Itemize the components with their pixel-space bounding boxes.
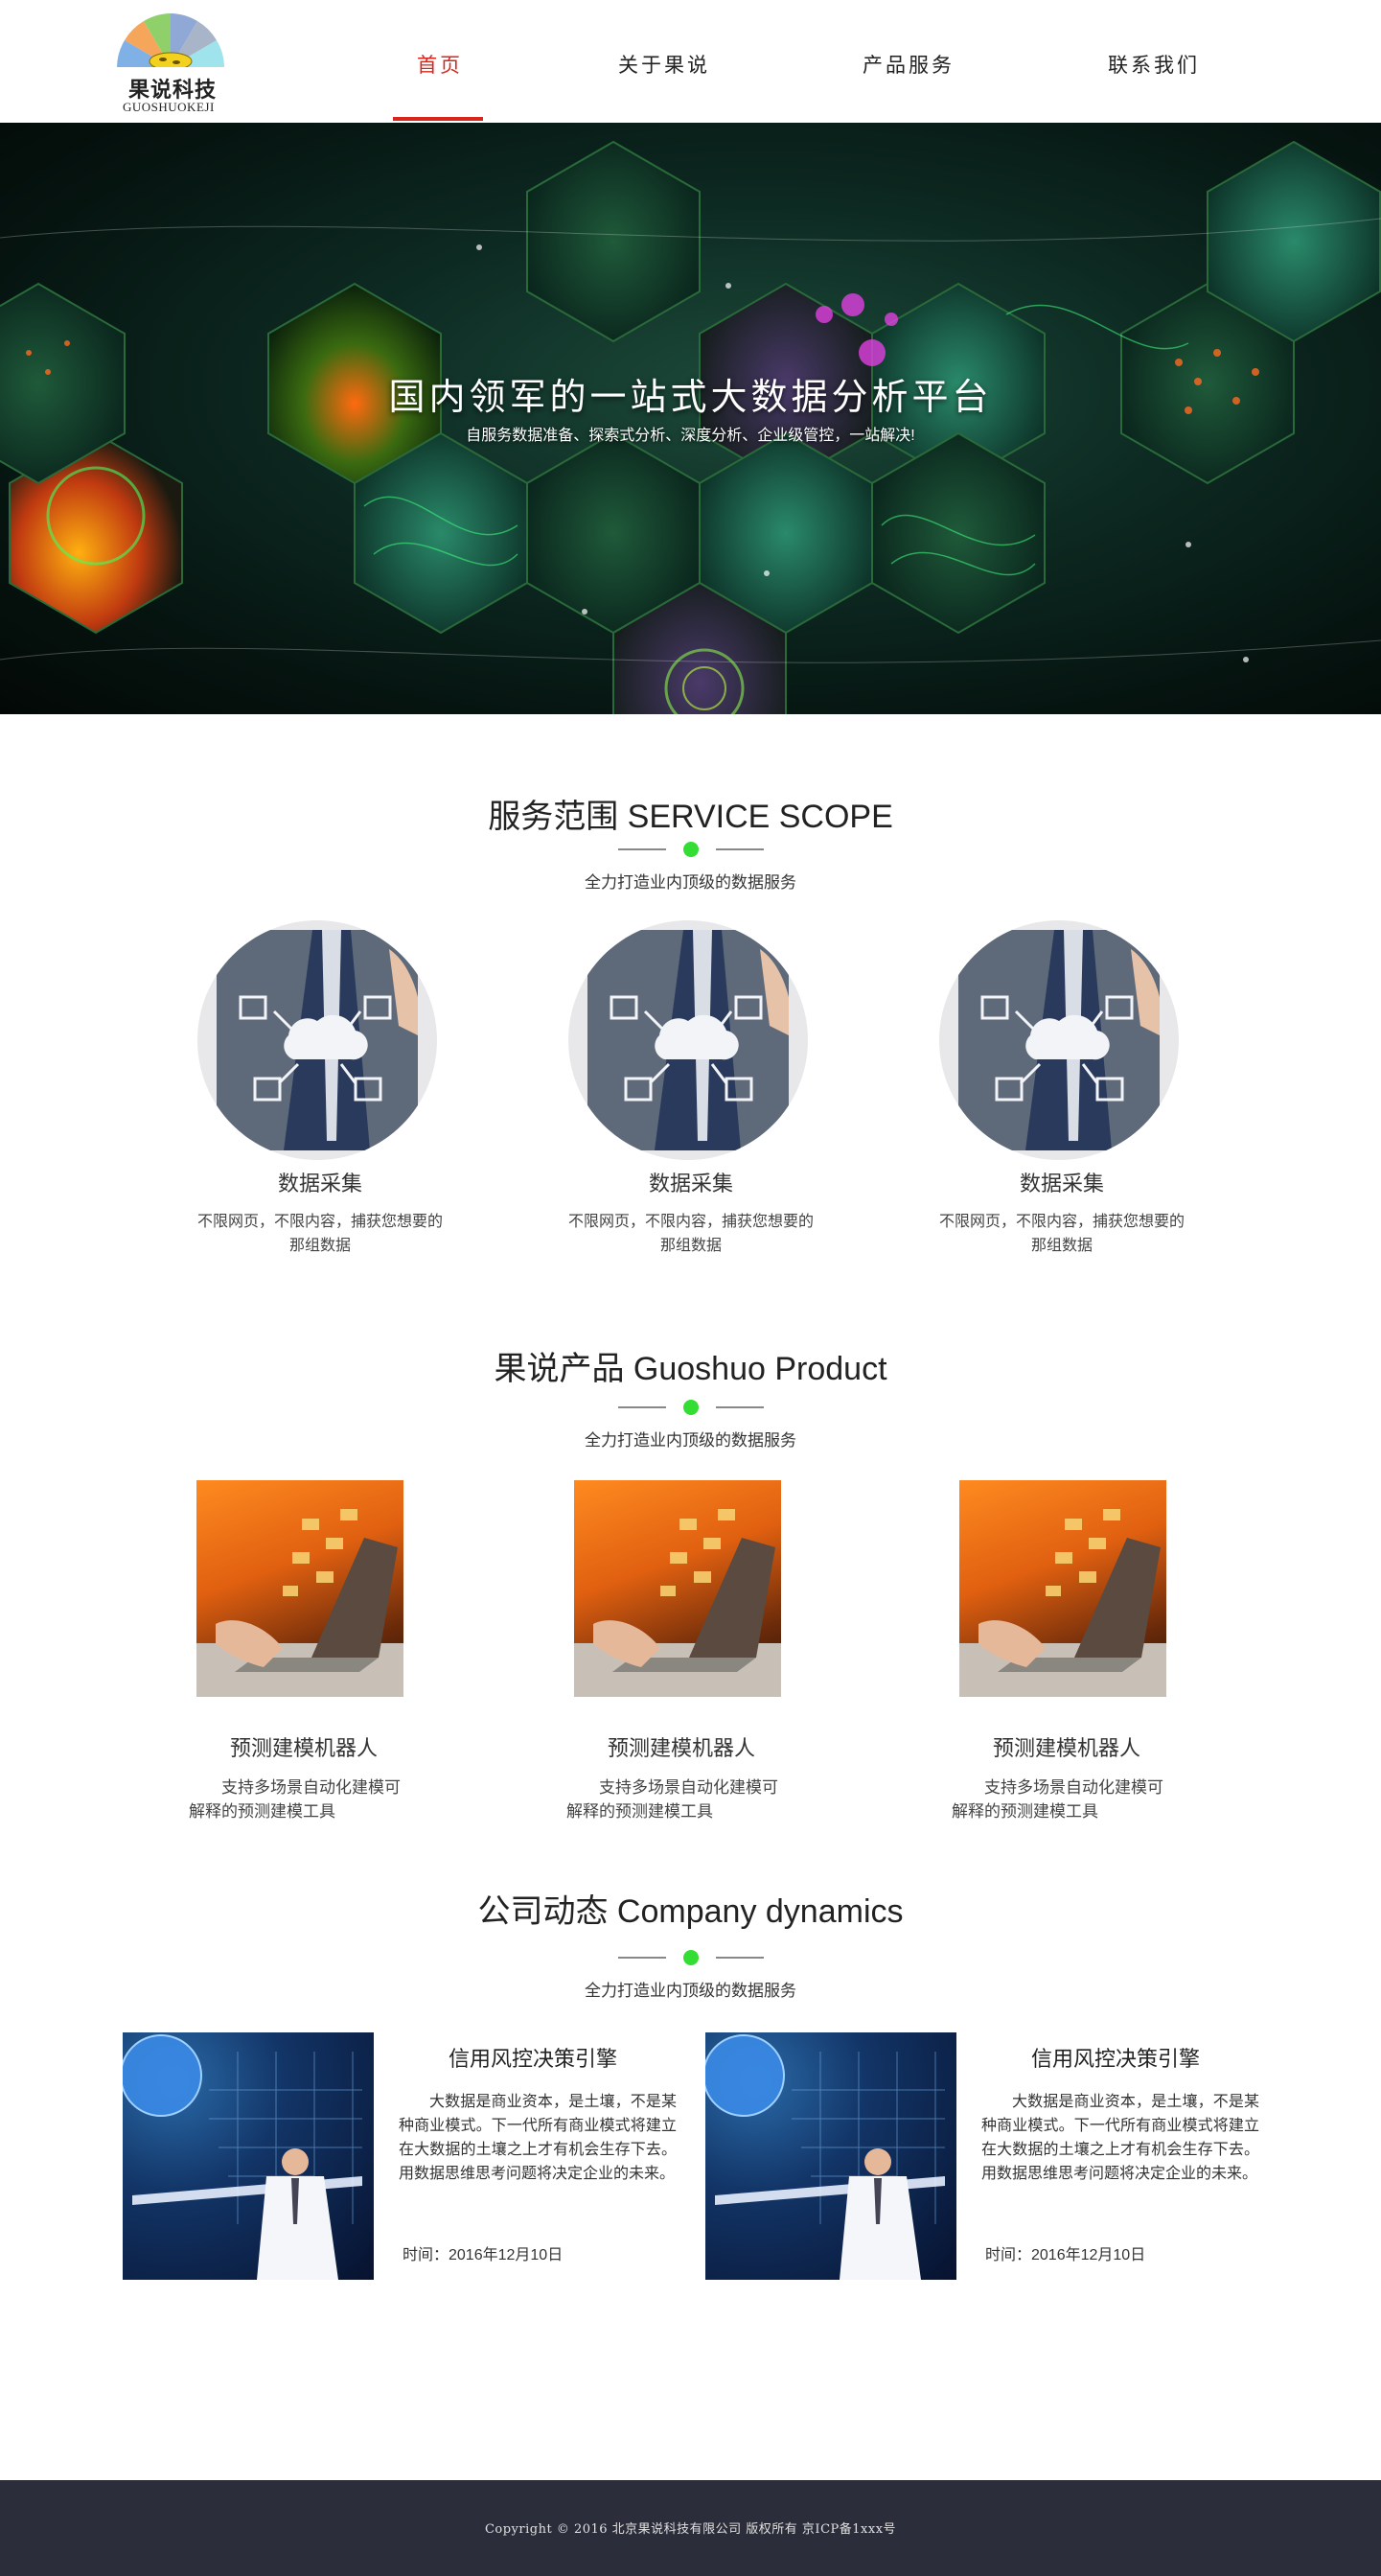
laptop-email-image — [959, 1480, 1166, 1697]
laptop-email-image — [574, 1480, 781, 1697]
nav-item-contact[interactable]: 联系我们 — [1108, 50, 1200, 79]
laptop-email-image — [196, 1480, 403, 1697]
service-desc: 不限网页，不限内容，捕获您想要的那组数据 — [196, 1214, 443, 1254]
news-card[interactable]: 信用风控决策引擎 大数据是商业资本，是土壤，不是某种商业模式。下一代所有商业模式… — [123, 2032, 698, 2282]
news-title: 公司动态 Company dynamics — [477, 1893, 904, 1930]
site-header: 果说科技 GUOSHUOKEJI 首页 关于果说 产品服务 联系我们 — [0, 0, 1381, 123]
site-footer: Copyright © 2016 北京果说科技有限公司 版权所有 京ICP备1x… — [0, 2480, 1381, 2576]
product-name: 预测建模机器人 — [992, 1736, 1140, 1760]
copyright-text: Copyright © 2016 北京果说科技有限公司 版权所有 京ICP备1x… — [484, 2522, 897, 2537]
product-desc: 支持多场景自动化建模可解释的预测建模工具 — [189, 1778, 401, 1821]
services-title: 服务范围 SERVICE SCOPE — [488, 799, 893, 835]
news-item-time: 时间：2016年12月10日 — [403, 2247, 564, 2263]
product-desc: 支持多场景自动化建模可解释的预测建模工具 — [566, 1778, 778, 1821]
service-name: 数据采集 — [648, 1172, 733, 1195]
cloud-network-image — [568, 920, 808, 1160]
cloud-network-image — [939, 920, 1179, 1160]
main-nav: 首页 关于果说 产品服务 联系我们 — [0, 0, 1381, 123]
service-desc: 不限网页，不限内容，捕获您想要的那组数据 — [938, 1214, 1185, 1254]
services-divider — [618, 840, 764, 859]
news-item-body: 大数据是商业资本，是土壤，不是某种商业模式。下一代所有商业模式将建立在大数据的土… — [399, 2094, 677, 2182]
products-divider — [618, 1398, 764, 1417]
businessman-globe-image — [705, 2032, 956, 2280]
news-divider — [618, 1948, 764, 1967]
services-subtitle: 全力打造业内顶级的数据服务 — [585, 873, 796, 892]
nav-item-products[interactable]: 产品服务 — [863, 50, 955, 79]
news-card[interactable]: 信用风控决策引擎 大数据是商业资本，是土壤，不是某种商业模式。下一代所有商业模式… — [705, 2032, 1280, 2282]
products-title: 果说产品 Guoshuo Product — [494, 1351, 887, 1387]
service-name: 数据采集 — [277, 1172, 362, 1195]
nav-item-about[interactable]: 关于果说 — [618, 50, 710, 79]
service-name: 数据采集 — [1019, 1172, 1104, 1195]
news-item-body: 大数据是商业资本，是土壤，不是某种商业模式。下一代所有商业模式将建立在大数据的土… — [981, 2094, 1259, 2182]
nav-item-home[interactable]: 首页 — [417, 50, 463, 79]
product-name: 预测建模机器人 — [229, 1736, 378, 1760]
nav-active-indicator — [393, 117, 483, 121]
hero-banner: 国内领军的一站式大数据分析平台 自服务数据准备、探索式分析、深度分析、企业级管控… — [0, 123, 1381, 714]
product-desc: 支持多场景自动化建模可解释的预测建模工具 — [952, 1778, 1163, 1821]
banner-title: 国内领军的一站式大数据分析平台 — [388, 378, 993, 418]
news-item-title[interactable]: 信用风控决策引擎 — [449, 2042, 617, 2073]
news-subtitle: 全力打造业内顶级的数据服务 — [585, 1982, 796, 2000]
banner-subtitle: 自服务数据准备、探索式分析、深度分析、企业级管控，一站解决! — [466, 428, 915, 444]
products-subtitle: 全力打造业内顶级的数据服务 — [585, 1431, 796, 1450]
cloud-network-image — [197, 920, 437, 1160]
service-desc: 不限网页，不限内容，捕获您想要的那组数据 — [567, 1214, 814, 1254]
businessman-globe-image — [123, 2032, 374, 2280]
product-name: 预测建模机器人 — [607, 1736, 755, 1760]
news-item-time: 时间：2016年12月10日 — [985, 2247, 1146, 2263]
news-item-title[interactable]: 信用风控决策引擎 — [1031, 2042, 1200, 2073]
